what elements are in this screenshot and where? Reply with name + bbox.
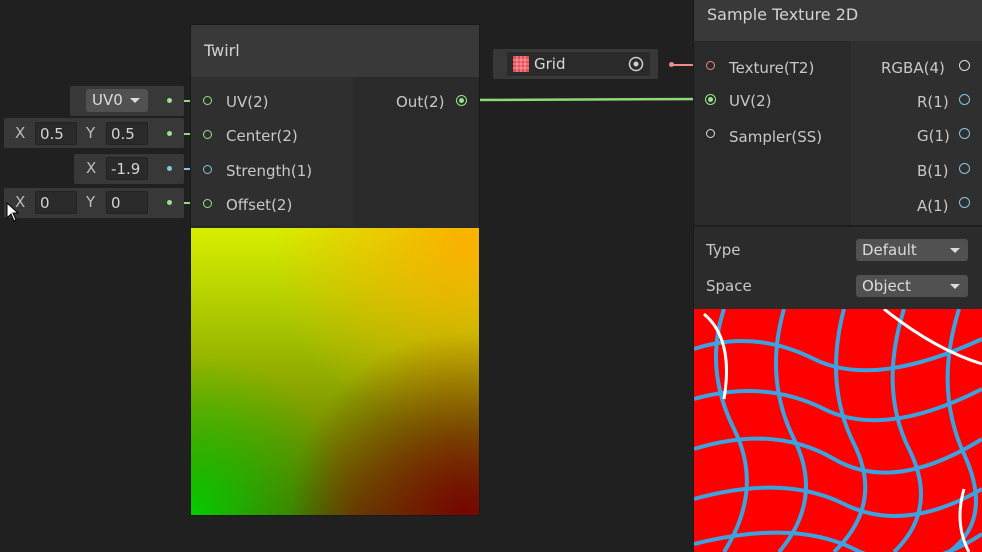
grid-texture-label: Grid — [534, 55, 566, 73]
sampler-input-port[interactable] — [706, 129, 715, 138]
type-dropdown[interactable]: Default — [856, 239, 968, 261]
grid-output-dot — [669, 62, 674, 67]
twirl-uv-port[interactable] — [203, 96, 212, 105]
space-dropdown[interactable]: Object — [856, 275, 968, 297]
twirl-offset-port[interactable] — [203, 199, 212, 208]
sample-texture-2d-node[interactable]: Sample Texture 2D Texture(T2) UV(2) Samp… — [694, 0, 982, 552]
settings-divider — [694, 225, 982, 227]
texture-thumbnail-icon — [513, 56, 529, 72]
sampler-input-label: Sampler(SS) — [729, 128, 823, 146]
twirl-preview — [191, 228, 479, 515]
offset-y-field[interactable]: 0 — [106, 191, 148, 214]
center-y-label: Y — [86, 124, 96, 142]
chevron-down-icon — [950, 248, 960, 253]
space-dropdown-value: Object — [862, 277, 911, 295]
twirl-node[interactable]: Twirl UV(2) Center(2) Strength(1) Offset… — [191, 25, 479, 515]
wire-out-to-uv — [465, 97, 708, 102]
uv-input-port-fill — [708, 97, 713, 102]
mouse-cursor-icon — [6, 202, 20, 222]
twirl-center-port[interactable] — [203, 130, 212, 139]
uv-channel-dropdown[interactable]: UV0 — [86, 89, 148, 112]
twirl-strength-label: Strength(1) — [226, 162, 313, 180]
texture-input-label: Texture(T2) — [729, 59, 815, 77]
a-output-port[interactable] — [959, 197, 970, 208]
texture-input-port[interactable] — [706, 61, 715, 70]
strength-x-field[interactable]: -1.9 — [106, 157, 148, 180]
sample-texture-title: Sample Texture 2D — [694, 0, 982, 41]
offset-x-field[interactable]: 0 — [35, 191, 77, 214]
twirl-node-title: Twirl — [191, 25, 479, 77]
rgba-output-port[interactable] — [959, 60, 970, 71]
chevron-down-icon — [130, 98, 140, 103]
type-dropdown-value: Default — [862, 241, 917, 259]
space-label: Space — [706, 277, 752, 295]
r-output-port[interactable] — [959, 94, 970, 105]
twirl-offset-label: Offset(2) — [226, 196, 293, 214]
twirl-out-port-fill — [459, 98, 464, 103]
b-output-port[interactable] — [959, 163, 970, 174]
twirl-uv-label: UV(2) — [226, 93, 269, 111]
grid-texture-node[interactable]: Grid — [493, 49, 658, 79]
center-input-dot — [167, 131, 172, 136]
type-label: Type — [706, 241, 741, 259]
g-output-port[interactable] — [959, 128, 970, 139]
object-picker-icon[interactable] — [628, 56, 644, 72]
a-output-label: A(1) — [917, 197, 949, 215]
rgba-output-label: RGBA(4) — [881, 59, 945, 77]
chevron-down-icon — [950, 284, 960, 289]
twirl-out-label: Out(2) — [396, 93, 445, 111]
center-x-field[interactable]: 0.5 — [35, 122, 77, 145]
center-y-field[interactable]: 0.5 — [106, 122, 148, 145]
sample-texture-preview — [694, 309, 982, 552]
strength-x-label: X — [86, 159, 97, 177]
uv-input-dot — [167, 98, 172, 103]
twirl-center-label: Center(2) — [226, 127, 298, 145]
uv-channel-value: UV0 — [92, 91, 123, 109]
offset-input-dot — [167, 200, 172, 205]
strength-input-dot — [167, 166, 172, 171]
center-x-label: X — [15, 124, 26, 142]
r-output-label: R(1) — [917, 93, 949, 111]
g-output-label: G(1) — [917, 127, 950, 145]
uv-input-label: UV(2) — [729, 92, 772, 110]
offset-y-label: Y — [86, 193, 96, 211]
b-output-label: B(1) — [917, 162, 949, 180]
twirl-strength-port[interactable] — [203, 165, 212, 174]
